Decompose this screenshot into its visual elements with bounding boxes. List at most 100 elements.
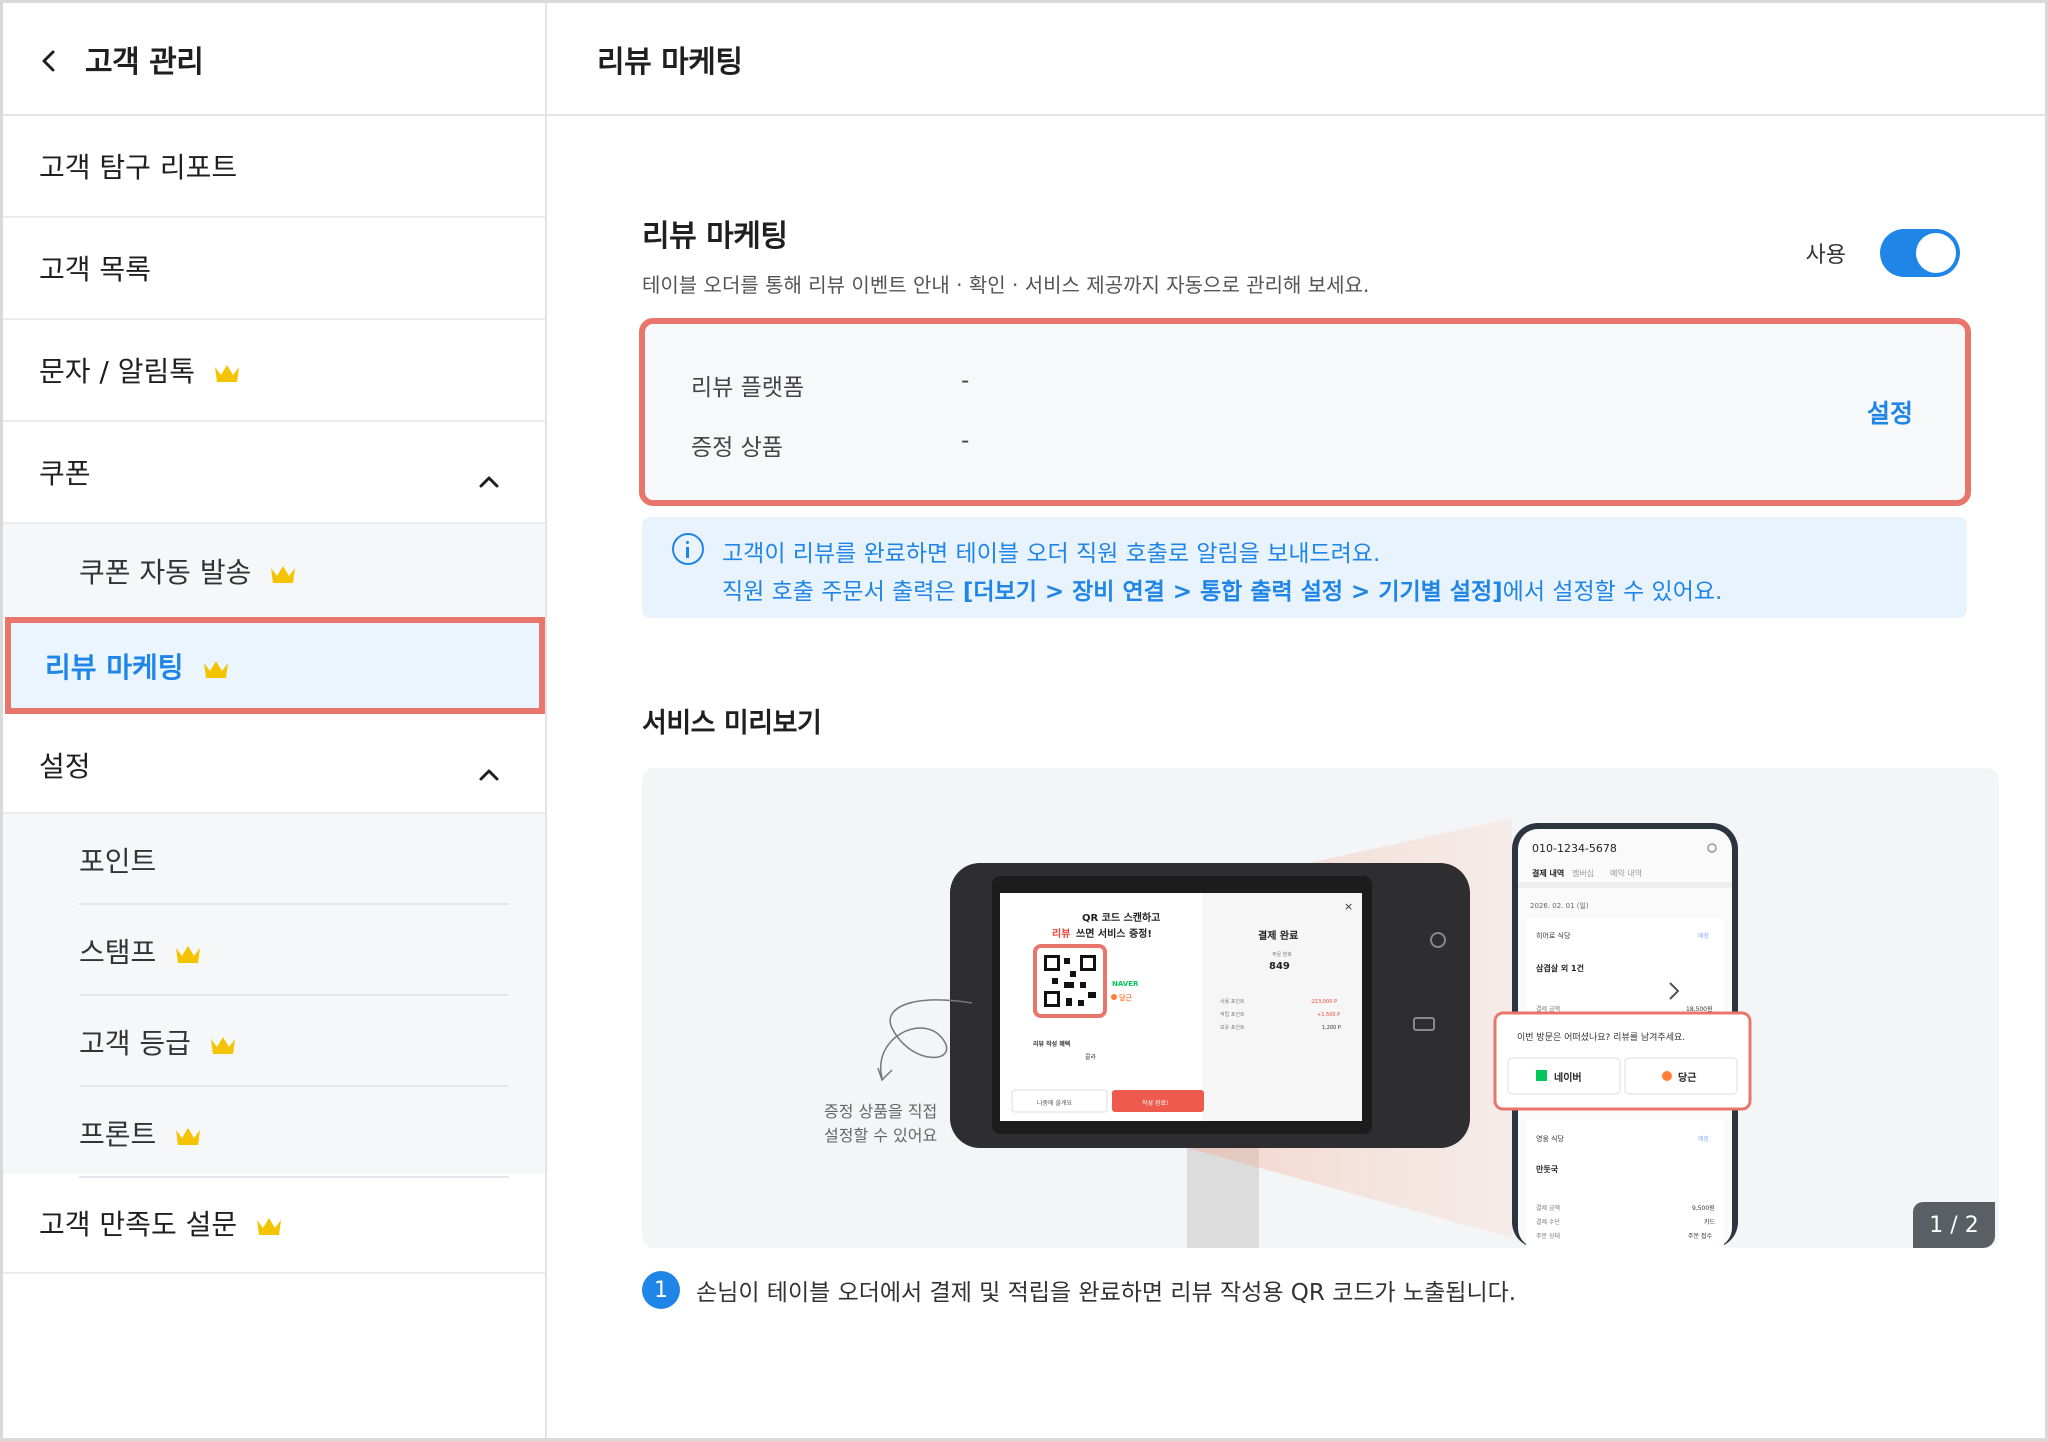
info-line-2-suffix: 에서 설정할 수 있어요. bbox=[1502, 579, 1723, 605]
sidebar-item-coupon-auto-send[interactable]: 쿠폰 자동 발송 bbox=[3, 524, 545, 617]
done-button: 작성 완료! bbox=[1142, 1099, 1168, 1107]
annotation-line-1: 증정 상품을 직접 bbox=[824, 1102, 937, 1121]
preview-title: 서비스 미리보기 bbox=[642, 708, 822, 739]
phone-menu-2: 만둣국 bbox=[1536, 1164, 1559, 1174]
review-section-header: 리뷰 마케팅 테이블 오더를 통해 리뷰 이벤트 안내 · 확인 · 서비스 제… bbox=[642, 211, 1960, 298]
phone-status-label: 주문 상태 bbox=[1536, 1232, 1560, 1240]
toggle-knob bbox=[1916, 233, 1956, 273]
review-prompt: 이번 방문은 어떠셨나요? 리뷰를 남겨주세요. bbox=[1517, 1032, 1685, 1043]
later-button: 나중에 쓸게요 bbox=[1037, 1099, 1073, 1107]
qr-title-red: 리뷰 bbox=[1052, 927, 1070, 940]
settings-button[interactable]: 설정 bbox=[1867, 394, 1913, 430]
phone-pay-label: 결제 금액 bbox=[1536, 1204, 1560, 1212]
review-settings-box: 리뷰 플랫폼 - 증정 상품 - 설정 bbox=[639, 318, 1971, 506]
crown-icon bbox=[174, 940, 202, 963]
sidebar-item-label: 스탬프 bbox=[79, 935, 157, 969]
info-line-2: 직원 호출 주문서 출력은 [더보기 > 장비 연결 > 통합 출력 설정 > … bbox=[722, 572, 1722, 606]
platform-value: - bbox=[961, 368, 970, 394]
sidebar-item-stamp[interactable]: 스탬프 bbox=[3, 905, 545, 996]
main-header: 리뷰 마케팅 bbox=[547, 3, 2045, 116]
section-description: 테이블 오더를 통해 리뷰 이벤트 안내 · 확인 · 서비스 제공까지 자동으… bbox=[642, 273, 1370, 297]
phone-pay-value-2: 9,500원 bbox=[1692, 1204, 1715, 1212]
naver-label: NAVER bbox=[1112, 980, 1139, 988]
sidebar-item-satisfaction-survey[interactable]: 고객 만족도 설문 bbox=[3, 1174, 545, 1274]
sidebar-item-messages[interactable]: 문자 / 알림톡 bbox=[3, 320, 545, 422]
danggeun-label: 당근 bbox=[1119, 993, 1132, 1002]
sidebar-item-customer-report[interactable]: 고객 탐구 리포트 bbox=[3, 116, 545, 218]
step-number-badge: 1 bbox=[642, 1271, 680, 1309]
sidebar-item-coupon[interactable]: 쿠폰 bbox=[3, 422, 545, 524]
naver-button-label: 네이버 bbox=[1554, 1071, 1582, 1084]
phone-date: 2026. 02. 01 (일) bbox=[1530, 901, 1589, 910]
sidebar-item-label: 고객 등급 bbox=[79, 1026, 191, 1060]
sidebar-title: 고객 관리 bbox=[85, 44, 204, 80]
phone-badge-1: 매장 bbox=[1698, 932, 1710, 940]
sidebar-item-label: 쿠폰 자동 발송 bbox=[79, 555, 252, 589]
phone-badge-2: 매장 bbox=[1698, 1135, 1710, 1143]
section-title: 리뷰 마케팅 bbox=[642, 219, 788, 254]
app-frame: 고객 관리 고객 탐구 리포트 고객 목록 문자 / 알림톡 쿠폰 쿠폰 자동 … bbox=[0, 0, 2048, 1441]
page-title: 리뷰 마케팅 bbox=[597, 44, 743, 80]
main-content: 리뷰 마케팅 리뷰 마케팅 테이블 오더를 통해 리뷰 이벤트 안내 · 확인 … bbox=[547, 3, 2045, 1438]
sidebar-item-customer-list[interactable]: 고객 목록 bbox=[3, 218, 545, 320]
toggle-label: 사용 bbox=[1805, 243, 1846, 268]
info-path-text: [더보기 > 장비 연결 > 통합 출력 설정 > 기기별 설정] bbox=[962, 579, 1503, 605]
settings-subgroup: 포인트 스탬프 고객 등급 프론트 bbox=[3, 814, 545, 1178]
annotation-line-2: 설정할 수 있어요 bbox=[824, 1126, 937, 1145]
platform-label: 리뷰 플랫폼 bbox=[691, 375, 805, 401]
close-icon: × bbox=[1344, 900, 1353, 913]
service-preview-image: QR 코드 스캔하고 리뷰 쓰면 서비스 증정! NAVER 당근 리뷰 작성 … bbox=[642, 768, 1999, 1248]
benefit-value: 콜라 bbox=[1085, 1053, 1097, 1061]
info-line-2-prefix: 직원 호출 주문서 출력은 bbox=[722, 579, 963, 605]
use-toggle-group: 사용 bbox=[1806, 229, 1960, 277]
chevron-up-icon[interactable] bbox=[477, 757, 501, 781]
benefit-label: 리뷰 작성 혜택 bbox=[1033, 1040, 1070, 1048]
gift-value: - bbox=[961, 428, 970, 454]
phone-status-value: 주문 접수 bbox=[1688, 1232, 1712, 1240]
sidebar-item-point[interactable]: 포인트 bbox=[3, 814, 545, 905]
gift-label: 증정 상품 bbox=[691, 435, 783, 461]
back-arrow-icon[interactable] bbox=[39, 49, 59, 71]
chevron-up-icon[interactable] bbox=[477, 464, 501, 488]
info-icon bbox=[672, 533, 704, 565]
sidebar-item-front[interactable]: 프론트 bbox=[3, 1087, 545, 1178]
crown-icon bbox=[255, 1212, 283, 1235]
crown-icon bbox=[269, 560, 297, 583]
sidebar-item-settings[interactable]: 설정 bbox=[3, 718, 545, 814]
info-notice: 고객이 리뷰를 완료하면 테이블 오더 직원 호출로 알림을 보내드려요. 직원… bbox=[642, 517, 1967, 618]
sidebar: 고객 관리 고객 탐구 리포트 고객 목록 문자 / 알림톡 쿠폰 쿠폰 자동 … bbox=[3, 3, 547, 1438]
sidebar-item-label: 쿠폰 bbox=[39, 457, 91, 490]
payment-done-label: 결제 완료 bbox=[1258, 929, 1298, 942]
sidebar-item-label: 고객 탐구 리포트 bbox=[39, 151, 238, 184]
step-caption: 1 손님이 테이블 오더에서 결제 및 적립을 완료하면 리뷰 작성용 QR 코… bbox=[642, 1271, 1516, 1309]
qr-title-rest: 쓰면 서비스 증정! bbox=[1076, 927, 1152, 940]
sidebar-item-label: 문자 / 알림톡 bbox=[39, 355, 196, 388]
page-indicator[interactable]: 1 / 2 bbox=[1913, 1202, 1995, 1248]
phone-tab: 예약 내역 bbox=[1610, 868, 1642, 878]
sidebar-item-label: 포인트 bbox=[79, 844, 157, 878]
phone-tab: 결제 내역 bbox=[1532, 868, 1564, 878]
danggeun-button-label: 당근 bbox=[1678, 1071, 1696, 1084]
crown-icon bbox=[202, 655, 230, 678]
crown-icon bbox=[213, 359, 241, 382]
order-number-label: 주문 번호 bbox=[1272, 951, 1292, 958]
summary-label: 보유 포인트 bbox=[1220, 1024, 1245, 1031]
step-text: 손님이 테이블 오더에서 결제 및 적립을 완료하면 리뷰 작성용 QR 코드가… bbox=[696, 1280, 1517, 1306]
sidebar-header: 고객 관리 bbox=[3, 3, 545, 116]
phone-number: 010-1234-5678 bbox=[1532, 842, 1617, 855]
phone-store-1: 히어로 식당 bbox=[1536, 931, 1571, 940]
summary-value: -213,000 P bbox=[1310, 999, 1337, 1005]
gift-row: 증정 상품 - bbox=[691, 428, 969, 462]
use-toggle[interactable] bbox=[1880, 229, 1960, 277]
phone-store-2: 영웅 식당 bbox=[1536, 1134, 1565, 1143]
coupon-subgroup: 쿠폰 자동 발송 bbox=[3, 524, 545, 617]
order-number: 849 bbox=[1269, 961, 1290, 972]
qr-title-1: QR 코드 스캔하고 bbox=[1082, 911, 1160, 924]
sidebar-item-customer-grade[interactable]: 고객 등급 bbox=[3, 996, 545, 1087]
sidebar-item-review-marketing[interactable]: 리뷰 마케팅 bbox=[5, 617, 545, 714]
platform-row: 리뷰 플랫폼 - bbox=[691, 368, 969, 402]
info-line-1: 고객이 리뷰를 완료하면 테이블 오더 직원 호출로 알림을 보내드려요. bbox=[722, 541, 1381, 567]
sidebar-item-label: 고객 목록 bbox=[39, 253, 151, 286]
phone-tab: 멤버십 bbox=[1572, 868, 1594, 878]
preview-illustration: QR 코드 스캔하고 리뷰 쓰면 서비스 증정! NAVER 당근 리뷰 작성 … bbox=[824, 818, 1752, 1248]
